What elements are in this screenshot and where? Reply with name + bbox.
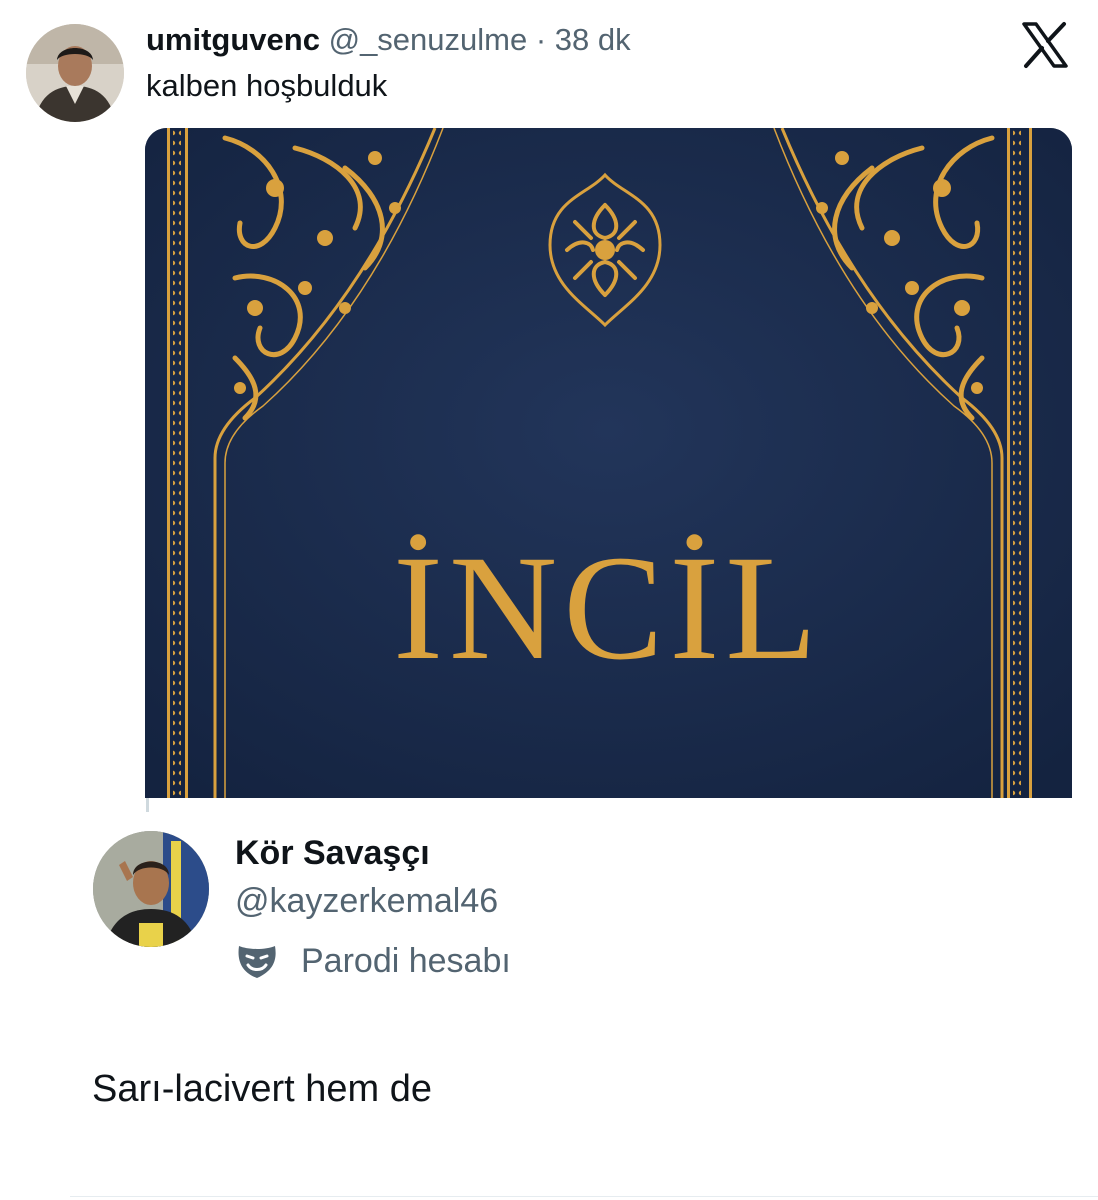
user-avatar-icon: [26, 24, 124, 122]
tweet-media-image[interactable]: İNCİL: [145, 128, 1072, 798]
book-cover-title: İNCİL: [393, 525, 823, 691]
user-avatar[interactable]: [26, 24, 124, 122]
user-avatar-icon: [93, 831, 209, 947]
reply-author-handle[interactable]: @kayzerkemal46: [235, 880, 498, 922]
x-logo-icon[interactable]: [1020, 20, 1070, 70]
tweet-header: umitguvenc @_senuzulme · 38 dk kalben ho…: [0, 0, 1098, 128]
reply-author-avatar[interactable]: [93, 831, 209, 947]
divider: [70, 1196, 1098, 1197]
author-display-name[interactable]: umitguvenc: [146, 22, 320, 57]
separator-dot: ·: [535, 22, 547, 57]
tweet-timestamp[interactable]: 38 dk: [555, 22, 631, 57]
tweet-text: kalben hoşbulduk: [146, 68, 388, 103]
parody-mask-icon: [238, 946, 276, 978]
reply-text: Sarı-lacivert hem de: [92, 1068, 433, 1110]
tweet-author-row: umitguvenc @_senuzulme · 38 dk: [146, 22, 631, 58]
book-cover-image: İNCİL: [145, 128, 1072, 798]
parody-label: Parodi hesabı: [301, 942, 511, 980]
reply-author-name[interactable]: Kör Savaşçı: [235, 832, 430, 874]
author-handle[interactable]: @_senuzulme: [329, 22, 528, 57]
thread-connector: [146, 798, 149, 812]
